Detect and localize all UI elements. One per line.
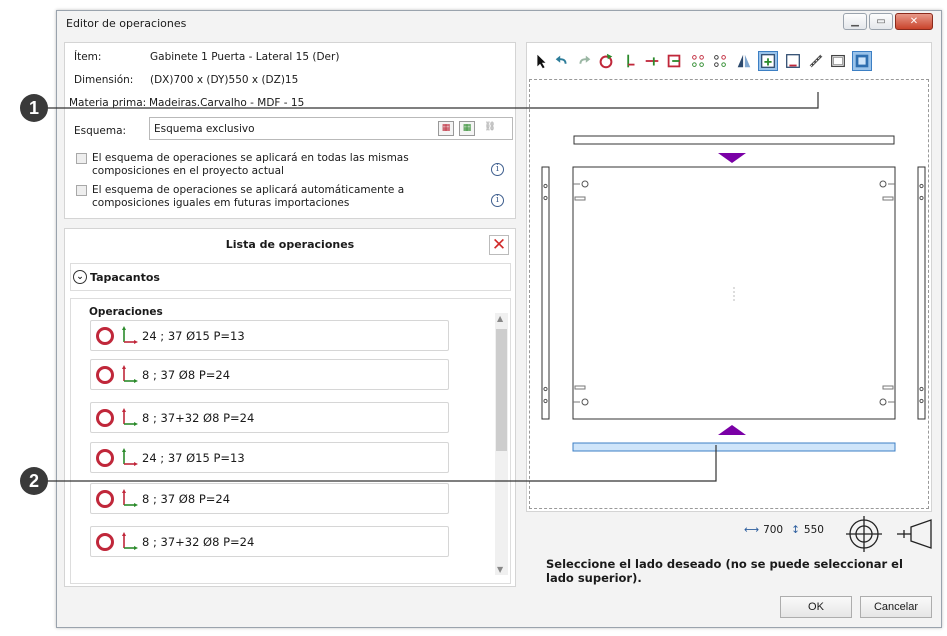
callout-lines (34, 92, 819, 482)
callout-2: 2 (20, 467, 48, 495)
callout-1: 1 (20, 94, 48, 122)
